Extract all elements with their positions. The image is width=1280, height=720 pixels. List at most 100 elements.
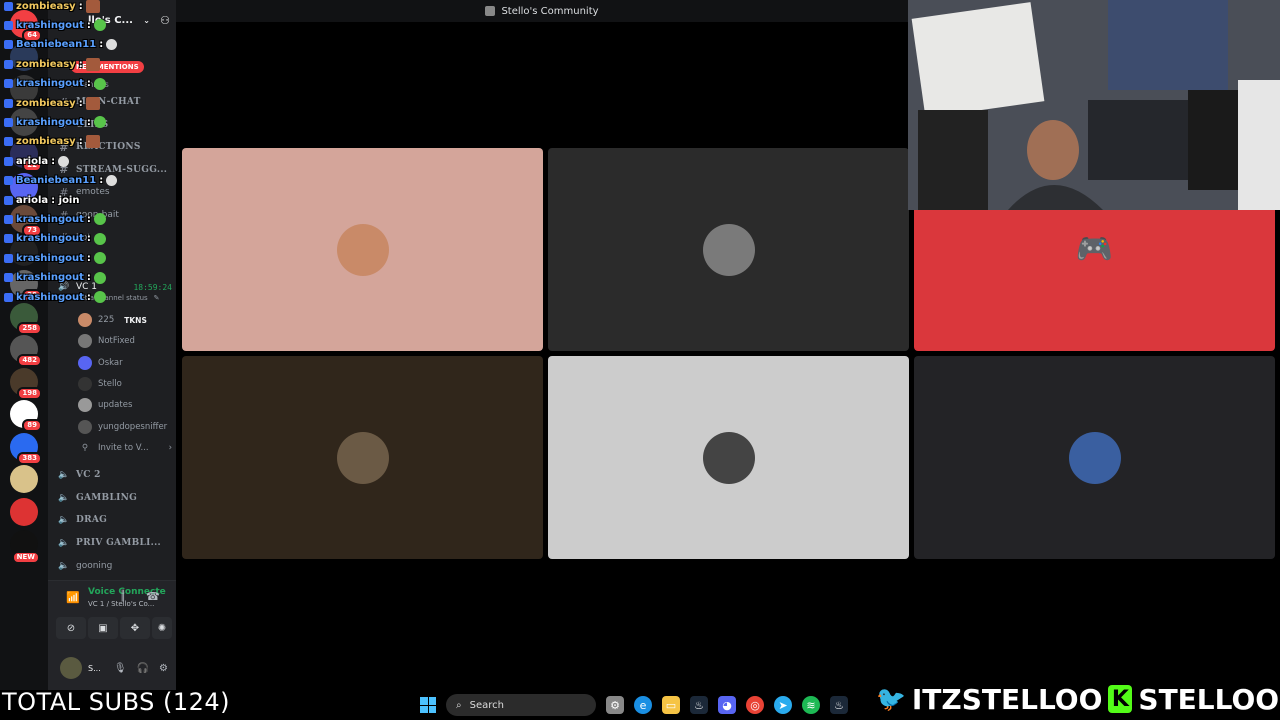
server-icon[interactable] — [10, 75, 38, 103]
text-channel[interactable]: # MAIN-CHAT — [58, 92, 172, 112]
avatar — [702, 431, 755, 484]
text-channel[interactable]: # CLIPS — [58, 115, 172, 135]
spotify-icon[interactable]: ≋ — [802, 696, 820, 714]
new-mentions-pill[interactable]: NEW MENTIONS — [71, 61, 144, 73]
steam-icon[interactable]: ♨ — [690, 696, 708, 714]
channel-status-input[interactable]: Set a channel status ✎ — [76, 291, 190, 305]
mention-badge: 22 — [22, 159, 42, 172]
server-icon[interactable]: 73 — [10, 205, 42, 237]
file-explorer-icon[interactable]: ▭ — [662, 696, 680, 714]
server-icon[interactable]: 198 — [10, 367, 42, 400]
invite-to-voice[interactable]: ⚲ Invite to V... › — [78, 438, 172, 458]
noise-suppression-icon[interactable]: ║ — [120, 591, 126, 602]
user-name: S... — [88, 663, 101, 673]
avatar — [78, 334, 92, 349]
avatar[interactable] — [60, 657, 82, 679]
hash-icon: # — [59, 163, 69, 177]
text-channel[interactable]: # bot — [58, 228, 172, 248]
soundboard-icon: ✺ — [157, 622, 167, 634]
participant-tile[interactable] — [548, 148, 909, 351]
server-icon[interactable]: 89 — [10, 400, 42, 432]
mention-badge: 482 — [17, 354, 42, 367]
telegram-icon[interactable]: ➤ — [774, 696, 792, 714]
server-icon[interactable] — [10, 42, 38, 71]
channel-name: emotes — [76, 187, 110, 198]
voice-member[interactable]: NotFixed — [78, 331, 135, 351]
participant-tile[interactable] — [182, 356, 543, 559]
start-button[interactable] — [420, 697, 436, 713]
discord-icon[interactable]: ◕ — [718, 696, 736, 714]
text-channel[interactable]: # goon-bait — [58, 205, 172, 225]
server-icon — [485, 6, 496, 16]
server-icon[interactable]: 482 — [10, 335, 42, 367]
chrome-icon[interactable]: ◎ — [746, 696, 764, 714]
server-icon[interactable]: 22 — [10, 140, 42, 172]
channel-name: PRIV GAMBLI... — [76, 538, 161, 549]
total-subs-label: TOTAL SUBS (124) — [2, 688, 231, 716]
taskbar-search[interactable]: ⌕ Search — [446, 694, 596, 716]
voice-member[interactable]: Oskar — [78, 353, 123, 373]
server-icon[interactable]: 29 — [10, 270, 42, 302]
steam-icon-2[interactable]: ♨ — [830, 696, 848, 714]
hash-icon: # — [59, 140, 69, 154]
voice-connection-panel: 📶 Voice Connecte VC 1 / Stello's Co... ║… — [48, 580, 176, 690]
voice-channel[interactable]: 🔈 DRAG — [58, 510, 172, 530]
avatar — [78, 313, 92, 327]
voice-channel[interactable]: 🔈 PRIV GAMBLI... — [58, 533, 172, 553]
server-icon[interactable]: 383 — [10, 432, 42, 465]
mic-icon[interactable]: 🎙 — [114, 663, 127, 674]
add-member-icon[interactable]: ⚇ — [160, 14, 170, 27]
server-icon[interactable]: NEW — [10, 530, 40, 564]
text-channel[interactable]: # STREAM-SUGG... — [58, 160, 172, 180]
avatar — [336, 223, 389, 276]
camera-off-icon: ⊘ — [66, 622, 76, 634]
windows-taskbar: ⌕ Search ⚙ e ▭ ♨ ◕ ◎ ➤ ≋ ♨ — [420, 690, 880, 720]
speaker-icon: 🔈 — [58, 560, 70, 571]
discord-logo-icon: 🎮 — [1075, 232, 1114, 267]
server-icon[interactable] — [10, 172, 38, 201]
channel-name: gooning — [76, 560, 113, 571]
voice-member[interactable]: updates — [78, 395, 132, 415]
disconnect-icon[interactable]: ☎ — [146, 590, 160, 603]
server-icon[interactable] — [10, 497, 38, 526]
text-channel[interactable]: # REACTIONS — [58, 137, 172, 157]
screen-share-button[interactable]: ▣ — [88, 617, 118, 639]
participant-tile[interactable] — [182, 148, 543, 351]
soundboard-button[interactable]: ✺ — [152, 617, 172, 639]
chevron-down-icon[interactable]: ⌄ — [143, 16, 150, 25]
mention-badge: 64 — [22, 29, 42, 42]
voice-channel[interactable]: 🔈 GAMBLING — [58, 488, 172, 508]
speaker-icon: 🔈 — [58, 538, 70, 549]
member-tag: TKNS — [124, 315, 147, 325]
headphones-icon[interactable]: 🎧 — [137, 663, 149, 674]
server-icon[interactable]: 258 — [10, 302, 42, 335]
activities-button[interactable]: ✥ — [120, 617, 150, 639]
server-icon[interactable] — [10, 237, 38, 266]
category-text-channels[interactable]: text channels — [58, 74, 172, 94]
channel-name: STREAM-SUGG... — [76, 164, 168, 175]
server-icon[interactable] — [10, 107, 38, 136]
pencil-icon: ✎ — [153, 294, 160, 302]
mention-badge: 89 — [22, 419, 42, 432]
voice-member[interactable]: Stello — [78, 374, 122, 394]
server-icon[interactable] — [10, 465, 38, 493]
voice-channel[interactable]: 🔈 VC 2 — [58, 465, 172, 485]
signal-icon: 📶 — [66, 591, 80, 604]
mention-badge: 383 — [17, 451, 42, 465]
gear-icon[interactable]: ⚙ — [159, 663, 168, 674]
text-channel[interactable]: # emotes — [58, 182, 172, 202]
participant-tile[interactable] — [914, 356, 1275, 559]
settings-app-icon[interactable]: ⚙ — [606, 696, 624, 714]
server-icon[interactable]: 64 — [10, 10, 42, 42]
avatar — [702, 223, 755, 276]
edge-icon[interactable]: e — [634, 696, 652, 714]
window-title: Stello's Community — [501, 5, 599, 17]
kick-handle: STELLOOO — [1137, 682, 1280, 717]
voice-member[interactable]: 225 TKNS — [78, 310, 147, 330]
participant-tile[interactable] — [548, 356, 909, 559]
voice-member[interactable]: yungdopesniffer — [78, 417, 167, 437]
voice-channel[interactable]: 🔈 gooning — [58, 556, 172, 576]
camera-off-button[interactable]: ⊘ — [56, 617, 86, 639]
speaker-icon: 🔈 — [58, 470, 70, 480]
server-header[interactable]: llo's C... ⌄ ⚇ — [48, 0, 176, 40]
